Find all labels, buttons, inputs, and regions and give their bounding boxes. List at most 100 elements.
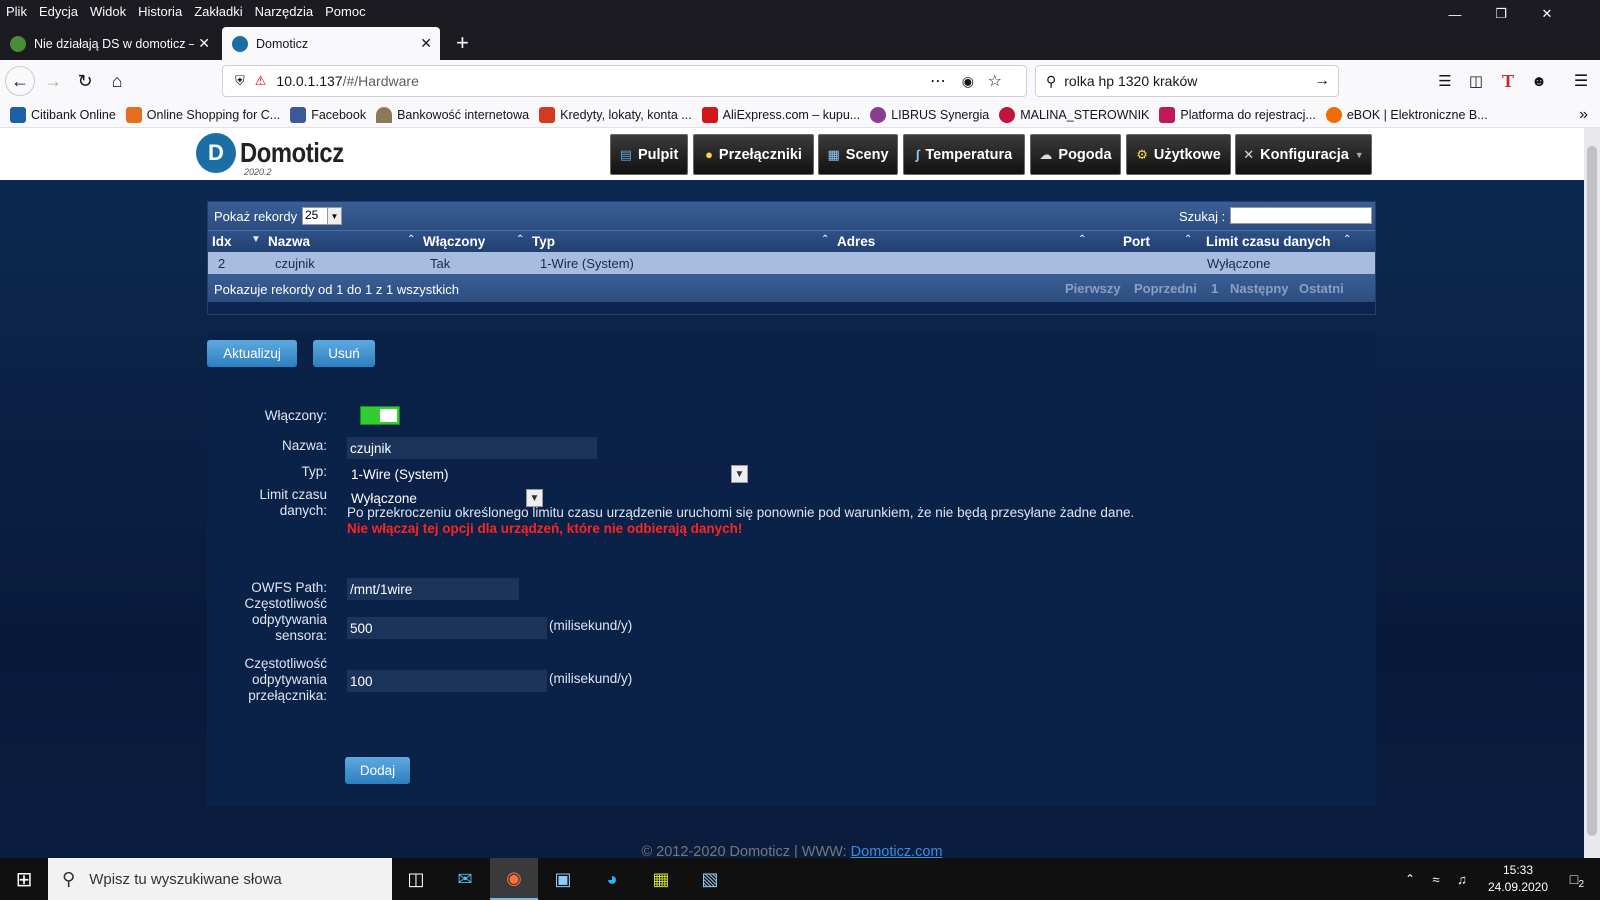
- home-icon[interactable]: ⌂: [102, 66, 132, 96]
- tab-domoticz[interactable]: Domoticz ✕: [222, 27, 440, 60]
- notifications-icon[interactable]: □ 2: [1554, 858, 1594, 900]
- insecure-lock-icon[interactable]: ⚠: [255, 73, 267, 89]
- hamburger-menu-icon[interactable]: ☰: [1566, 66, 1596, 96]
- col-port[interactable]: Port: [1123, 234, 1150, 249]
- firefox-icon[interactable]: ◉: [490, 858, 538, 900]
- bookmark-facebook[interactable]: Facebook: [290, 106, 366, 123]
- taskbar-search[interactable]: ⚲ Wpisz tu wyszukiwane słowa: [48, 858, 392, 900]
- page-first[interactable]: Pierwszy: [1065, 281, 1121, 296]
- type-select[interactable]: 1-Wire (System) ▼: [347, 464, 749, 484]
- bookmark-kredyty[interactable]: Kredyty, lokaty, konta ...: [539, 106, 692, 123]
- bookmark-aliexpress[interactable]: AliExpress.com – kupu...: [701, 106, 860, 123]
- bookmark-malina[interactable]: MALINA_STEROWNIK: [999, 106, 1149, 123]
- bookmark-online-shopping[interactable]: Online Shopping for C...: [125, 106, 280, 123]
- mail-icon[interactable]: ✉: [441, 858, 489, 900]
- col-nazwa[interactable]: Nazwa: [268, 234, 310, 249]
- windows-start-icon[interactable]: ⊞: [0, 858, 48, 900]
- domoticz-logo[interactable]: D Domoticz 2020.2: [196, 133, 362, 177]
- new-tab-icon[interactable]: +: [456, 30, 469, 56]
- page-1[interactable]: 1: [1211, 281, 1218, 296]
- facebook-icon: [290, 106, 307, 123]
- page-size-select[interactable]: 25 ▼: [302, 207, 342, 225]
- reload-icon[interactable]: ↻: [70, 66, 100, 96]
- scrollbar-thumb[interactable]: [1587, 146, 1597, 836]
- bookmark-librus[interactable]: LIBRUS Synergia: [870, 106, 989, 123]
- tab-forum[interactable]: Nie działają DS w domoticz – D ✕: [0, 27, 218, 60]
- close-tab-icon[interactable]: ✕: [198, 35, 210, 52]
- url-bar[interactable]: ⛨ ⚠ 10.0.1.137 /#/Hardware ⋯ ◉ ☆: [222, 65, 1027, 97]
- domoticz-link[interactable]: Domoticz.com: [851, 844, 943, 858]
- menu-widok[interactable]: Widok: [90, 4, 126, 19]
- table-row[interactable]: 2 czujnik Tak 1-Wire (System) Wyłączone: [208, 252, 1375, 274]
- menu-plik[interactable]: Plik: [6, 4, 27, 19]
- update-button[interactable]: Aktualizuj: [207, 340, 297, 367]
- hardware-form: Włączony: Nazwa: czujnik Typ: 1-Wire (Sy…: [207, 392, 1376, 806]
- back-icon[interactable]: ←: [5, 66, 35, 96]
- shopping-icon: [125, 106, 142, 123]
- table-search-input[interactable]: [1230, 207, 1372, 224]
- page-previous[interactable]: Poprzedni: [1134, 281, 1197, 296]
- col-typ[interactable]: Typ: [532, 234, 555, 249]
- nav-konfiguracja[interactable]: ✕ Konfiguracja ▼: [1235, 134, 1372, 175]
- search-go-icon[interactable]: →: [1314, 72, 1330, 90]
- weather-icon: ☁: [1039, 146, 1053, 162]
- sensor-poll-input[interactable]: 500: [347, 617, 547, 639]
- page-last[interactable]: Ostatni: [1299, 281, 1344, 296]
- col-limit[interactable]: Limit czasu danych: [1206, 234, 1331, 249]
- app-icon[interactable]: ▣: [539, 858, 587, 900]
- timeout-help-text: Po przekroczeniu określonego limitu czas…: [347, 505, 1135, 520]
- nav-przelaczniki[interactable]: ● Przełączniki: [693, 134, 814, 175]
- close-tab-icon[interactable]: ✕: [420, 35, 432, 52]
- bookmark-bankowosc[interactable]: Bankowość internetowa: [376, 106, 529, 123]
- paint-icon[interactable]: ▦: [637, 858, 685, 900]
- nav-temperatura[interactable]: ∫ Temperatura: [903, 134, 1025, 175]
- translate-extension-icon[interactable]: T: [1493, 66, 1523, 96]
- nav-pogoda[interactable]: ☁ Pogoda: [1030, 134, 1121, 175]
- platforma-icon: [1159, 106, 1176, 123]
- menu-historia[interactable]: Historia: [138, 4, 182, 19]
- menu-narzedzia[interactable]: Narzędzia: [255, 4, 314, 19]
- library-icon[interactable]: ☰: [1430, 66, 1460, 96]
- col-wlaczony[interactable]: Włączony: [423, 234, 485, 249]
- name-input[interactable]: czujnik: [347, 437, 597, 459]
- bookmark-star-icon[interactable]: ☆: [988, 71, 1002, 91]
- bookmark-platforma[interactable]: Platforma do rejestracj...: [1159, 106, 1316, 123]
- tray-expand-icon[interactable]: ⌃: [1398, 858, 1422, 900]
- page-actions-icon[interactable]: ⋯: [930, 71, 946, 91]
- nav-sceny[interactable]: ▦ Sceny: [818, 134, 898, 175]
- search-bar[interactable]: ⚲ rolka hp 1320 kraków →: [1035, 65, 1339, 97]
- forward-icon[interactable]: →: [38, 66, 68, 96]
- favicon-icon: [10, 35, 26, 52]
- owfs-path-input[interactable]: /mnt/1wire: [347, 578, 519, 600]
- nav-pulpit[interactable]: ▤ Pulpit: [610, 134, 688, 175]
- wifi-icon[interactable]: ≈: [1424, 858, 1448, 900]
- menu-zakladki[interactable]: Zakładki: [194, 4, 242, 19]
- delete-button[interactable]: Usuń: [313, 340, 375, 367]
- account-icon[interactable]: ☻: [1524, 66, 1554, 96]
- hardware-table: Pokaż rekordy 25 ▼ Szukaj : Idx ▼ Nazwa ⌃…: [207, 201, 1376, 315]
- volume-icon[interactable]: ♫: [1450, 858, 1474, 900]
- bookmark-citibank[interactable]: Citibank Online: [10, 106, 116, 123]
- col-idx[interactable]: Idx: [212, 234, 232, 249]
- col-adres[interactable]: Adres: [837, 234, 875, 249]
- page-scrollbar[interactable]: [1584, 128, 1600, 858]
- sidebar-icon[interactable]: ◫: [1461, 66, 1491, 96]
- menu-edycja[interactable]: Edycja: [39, 4, 78, 19]
- enabled-toggle[interactable]: [360, 406, 400, 425]
- menu-pomoc[interactable]: Pomoc: [325, 4, 365, 19]
- page-next[interactable]: Następny: [1230, 281, 1289, 296]
- clock[interactable]: 15:33 24.09.2020: [1483, 862, 1553, 896]
- network-app-icon[interactable]: ▧: [686, 858, 734, 900]
- more-bookmarks-icon[interactable]: »: [1579, 106, 1588, 124]
- task-view-icon[interactable]: ◫: [392, 858, 440, 900]
- bookmark-ebok[interactable]: eBOK | Elektroniczne B...: [1325, 106, 1488, 123]
- chevron-down-icon: ▼: [731, 465, 748, 483]
- pocket-icon[interactable]: ◉: [962, 73, 974, 90]
- nav-uzytkowe[interactable]: ⚙ Użytkowe: [1126, 134, 1231, 175]
- edge-icon[interactable]: ◕: [588, 858, 636, 900]
- scene-icon: ▦: [827, 146, 840, 162]
- version-label: 2020.2: [244, 167, 272, 177]
- shield-icon[interactable]: ⛨: [235, 73, 245, 89]
- switch-poll-input[interactable]: 100: [347, 670, 547, 692]
- add-button[interactable]: Dodaj: [345, 757, 410, 784]
